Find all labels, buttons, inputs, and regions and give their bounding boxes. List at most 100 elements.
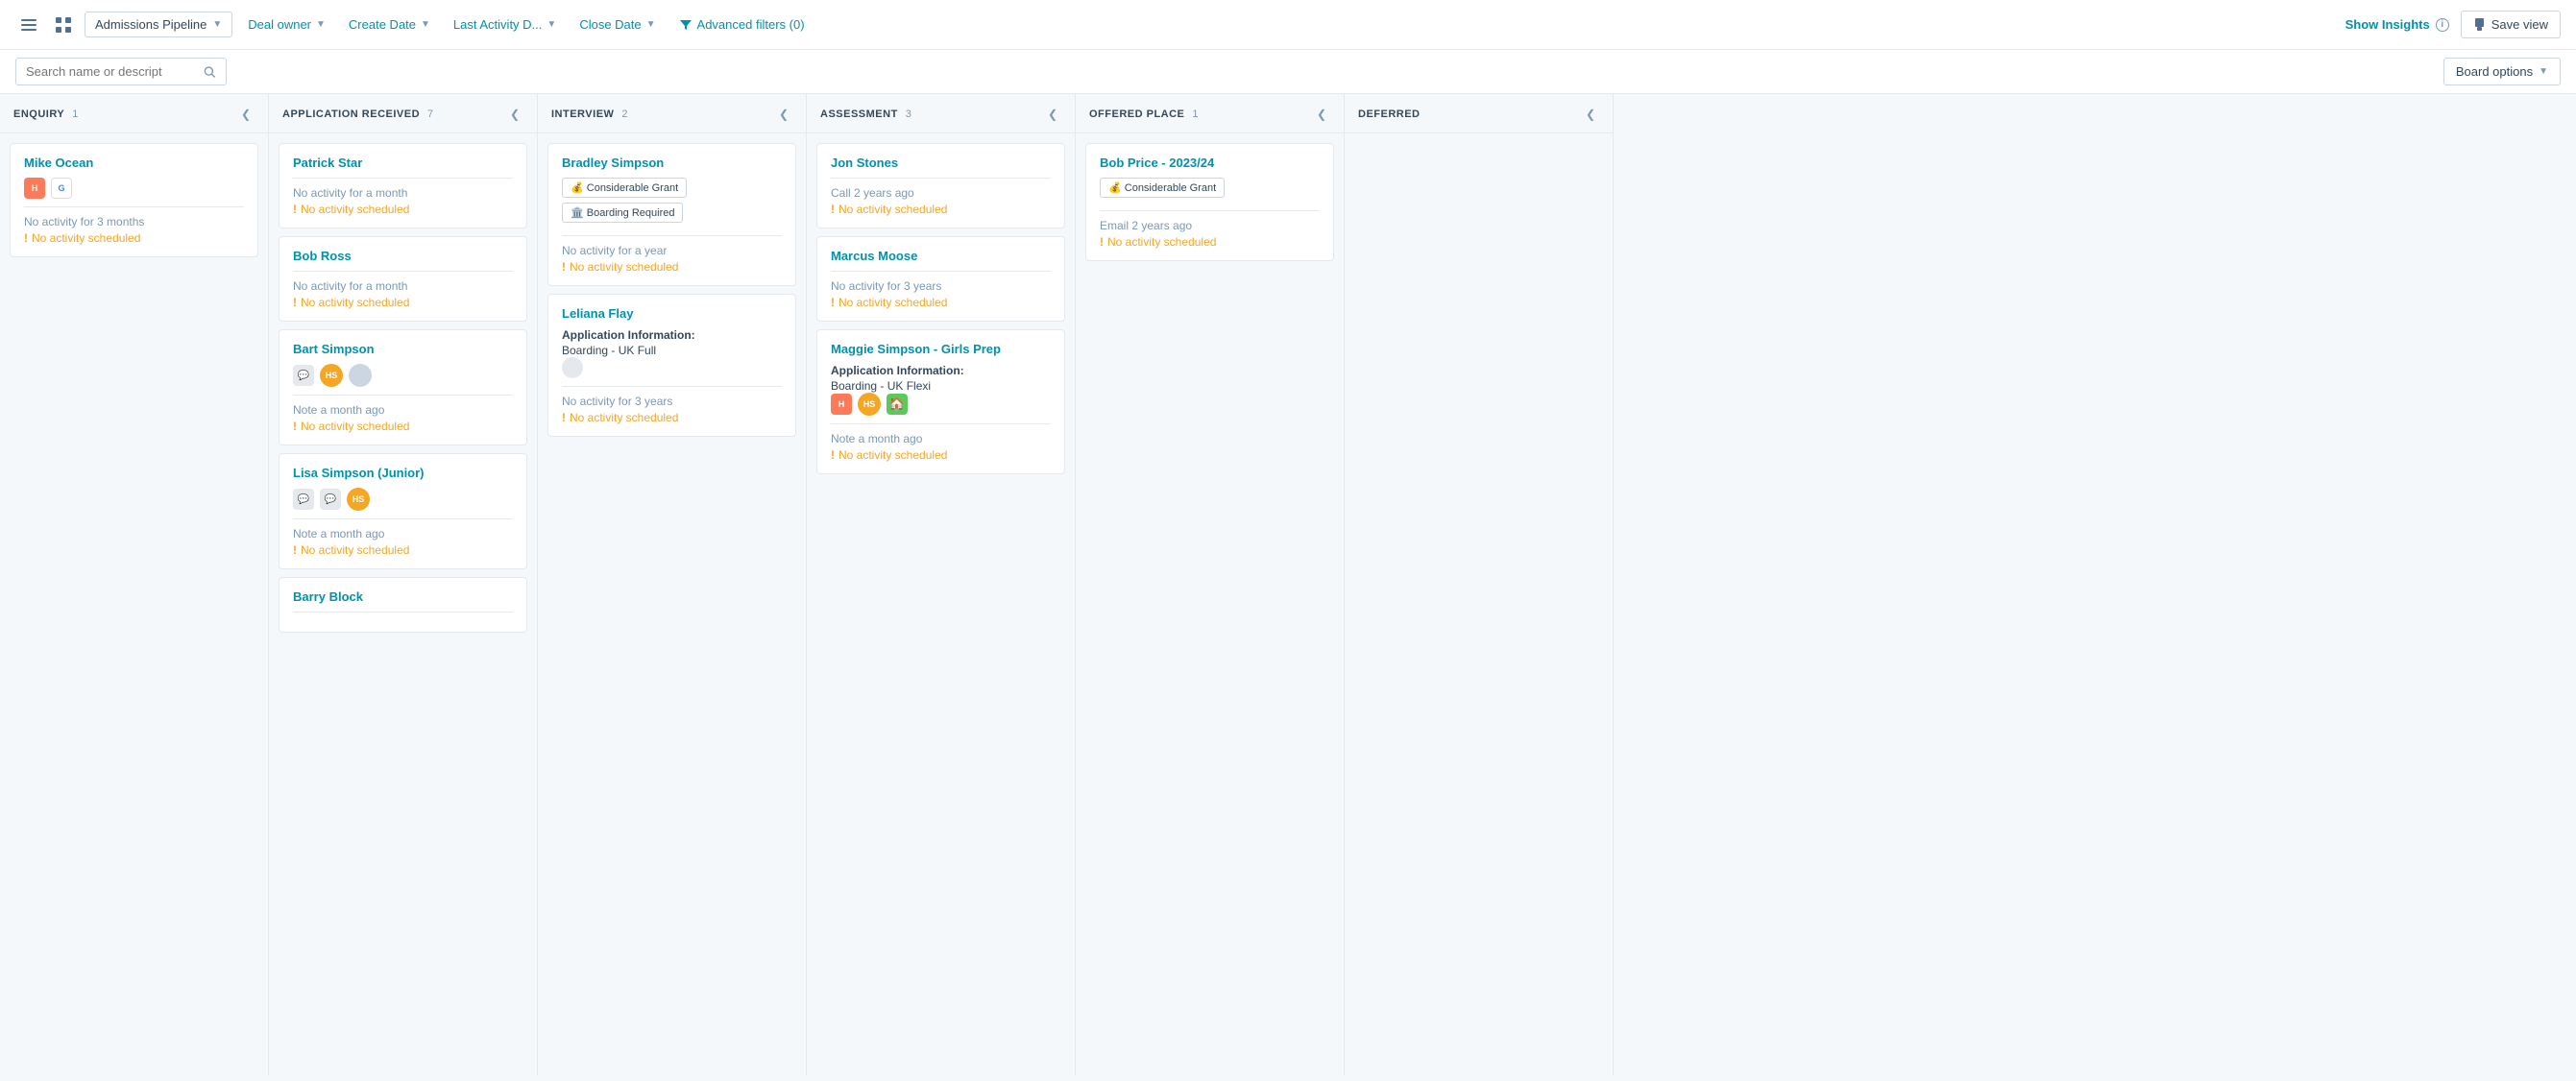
table-row[interactable]: Leliana FlayApplication Information:Boar…	[547, 294, 796, 437]
hs-avatar: HS	[858, 393, 881, 416]
card-name[interactable]: Marcus Moose	[831, 249, 1051, 263]
board-container: ENQUIRY1❮Mike OceanHGNo activity for 3 m…	[0, 94, 2576, 1075]
card-name[interactable]: Patrick Star	[293, 156, 513, 170]
hubspot-icon: H	[831, 394, 852, 415]
column-header-assessment: ASSESSMENT3❮	[807, 94, 1075, 133]
table-row[interactable]: Patrick StarNo activity for a monthNo ac…	[279, 143, 527, 228]
chat-icon: 💬	[320, 489, 341, 510]
search-input[interactable]	[26, 64, 196, 79]
show-insights-label: Show Insights	[2345, 17, 2430, 32]
collapse-column-button[interactable]: ❮	[1582, 106, 1599, 123]
column-count: 2	[621, 108, 627, 120]
collapse-column-button[interactable]: ❮	[506, 106, 523, 123]
column-header-application-received: APPLICATION RECEIVED7❮	[269, 94, 537, 133]
pipeline-selector[interactable]: Admissions Pipeline ▼	[85, 12, 232, 37]
table-row[interactable]: Bart Simpson💬HSNote a month agoNo activi…	[279, 329, 527, 445]
card-activity: No activity for a year	[562, 244, 782, 257]
grid-view-button[interactable]	[50, 12, 77, 38]
toolbar-right: Show Insights i Save view	[2345, 11, 2561, 38]
card-activity: No activity for 3 years	[831, 279, 1051, 293]
collapse-column-button[interactable]: ❮	[1044, 106, 1061, 123]
hubspot-icon: H	[24, 178, 45, 199]
column-assessment: ASSESSMENT3❮ Jon Stones Call 2 years ago No…	[807, 94, 1076, 1075]
advanced-filters-button[interactable]: Advanced filters (0)	[671, 12, 813, 36]
search-input-wrap[interactable]	[15, 58, 227, 85]
table-row[interactable]: Barry Block	[279, 577, 527, 633]
table-row[interactable]: Bradley Simpson 💰 Considerable Grant 🏛️ Bo…	[547, 143, 796, 286]
column-count: 7	[427, 108, 433, 120]
chevron-down-icon: ▼	[2539, 66, 2548, 77]
save-view-button[interactable]: Save view	[2461, 11, 2561, 38]
table-row[interactable]: Jon StonesCall 2 years agoNo activity sc…	[816, 143, 1065, 228]
column-deferred: DEFERRED❮	[1345, 94, 1614, 1075]
close-date-filter[interactable]: Close Date ▼	[571, 12, 663, 36]
column-header-enquiry: ENQUIRY1❮	[0, 94, 268, 133]
table-row[interactable]: Marcus MooseNo activity for 3 yearsNo ac…	[816, 236, 1065, 322]
grey-avatar	[349, 364, 372, 387]
card-activity: Note a month ago	[293, 403, 513, 417]
table-row[interactable]: Bob Price - 2023/24 💰 Considerable Grant E…	[1085, 143, 1334, 261]
card-no-activity-scheduled: No activity scheduled	[831, 448, 1051, 462]
create-date-label: Create Date	[349, 17, 416, 32]
advanced-filters-label: Advanced filters (0)	[697, 17, 805, 32]
card-icons: 💬HS	[293, 364, 513, 387]
card-name[interactable]: Bob Ross	[293, 249, 513, 263]
last-activity-label: Last Activity D...	[453, 17, 542, 32]
column-header-deferred: DEFERRED❮	[1345, 94, 1613, 133]
search-bar: Board options ▼	[0, 50, 2576, 94]
card-activity: No activity for 3 months	[24, 215, 244, 228]
column-cards: Bradley Simpson 💰 Considerable Grant 🏛️ Bo…	[538, 133, 806, 1075]
card-icons	[562, 357, 782, 378]
collapse-column-button[interactable]: ❮	[1313, 106, 1330, 123]
table-row[interactable]: Bob RossNo activity for a monthNo activi…	[279, 236, 527, 322]
grid-icon	[56, 17, 71, 33]
card-activity: Note a month ago	[293, 527, 513, 540]
collapse-column-button[interactable]: ❮	[237, 106, 255, 123]
close-date-label: Close Date	[579, 17, 641, 32]
card-tag: 💰 Considerable Grant	[562, 178, 687, 198]
card-name[interactable]: Maggie Simpson - Girls Prep	[831, 342, 1051, 356]
column-count: 1	[72, 108, 78, 120]
card-name[interactable]: Mike Ocean	[24, 156, 244, 170]
column-enquiry: ENQUIRY1❮Mike OceanHGNo activity for 3 m…	[0, 94, 269, 1075]
card-no-activity-scheduled: No activity scheduled	[293, 203, 513, 216]
card-tag: 🏛️ Boarding Required	[562, 203, 683, 223]
column-cards	[1345, 133, 1613, 1075]
board-options-label: Board options	[2456, 64, 2533, 79]
card-name[interactable]: Lisa Simpson (Junior)	[293, 466, 513, 480]
board-options-button[interactable]: Board options ▼	[2443, 58, 2561, 85]
column-title: OFFERED PLACE	[1089, 108, 1184, 120]
card-name[interactable]: Bradley Simpson	[562, 156, 782, 170]
chevron-down-icon: ▼	[421, 19, 430, 30]
card-name[interactable]: Bart Simpson	[293, 342, 513, 356]
card-info-value: Boarding - UK Flexi	[831, 379, 1051, 393]
card-info-label: Application Information:	[831, 364, 1051, 377]
table-row[interactable]: Mike OceanHGNo activity for 3 monthsNo a…	[10, 143, 258, 257]
card-info-value: Boarding - UK Full	[562, 344, 782, 357]
save-icon	[2473, 18, 2486, 31]
chat-icon: 💬	[293, 365, 314, 386]
card-activity: No activity for 3 years	[562, 395, 782, 408]
create-date-filter[interactable]: Create Date ▼	[341, 12, 438, 36]
collapse-column-button[interactable]: ❮	[775, 106, 792, 123]
card-activity: Call 2 years ago	[831, 186, 1051, 200]
card-name[interactable]: Bob Price - 2023/24	[1100, 156, 1320, 170]
card-name[interactable]: Jon Stones	[831, 156, 1051, 170]
table-row[interactable]: Maggie Simpson - Girls Prep Application I…	[816, 329, 1065, 474]
card-activity: No activity for a month	[293, 279, 513, 293]
card-tag: 💰 Considerable Grant	[1100, 178, 1225, 198]
table-row[interactable]: Lisa Simpson (Junior)💬💬HSNote a month ag…	[279, 453, 527, 569]
card-name[interactable]: Leliana Flay	[562, 306, 782, 321]
deal-owner-filter[interactable]: Deal owner ▼	[240, 12, 333, 36]
card-name[interactable]: Barry Block	[293, 589, 513, 604]
card-activity: Email 2 years ago	[1100, 219, 1320, 232]
pipeline-label: Admissions Pipeline	[95, 17, 207, 32]
save-view-label: Save view	[2491, 17, 2548, 32]
show-insights-button[interactable]: Show Insights i	[2345, 17, 2449, 32]
column-header-offered-place: OFFERED PLACE1❮	[1076, 94, 1344, 133]
deal-owner-label: Deal owner	[248, 17, 311, 32]
card-icons: HHS🏠	[831, 393, 1051, 416]
last-activity-filter[interactable]: Last Activity D... ▼	[446, 12, 564, 36]
menu-button[interactable]	[15, 12, 42, 38]
column-cards: Patrick Star No activity for a month No ac…	[269, 133, 537, 1075]
